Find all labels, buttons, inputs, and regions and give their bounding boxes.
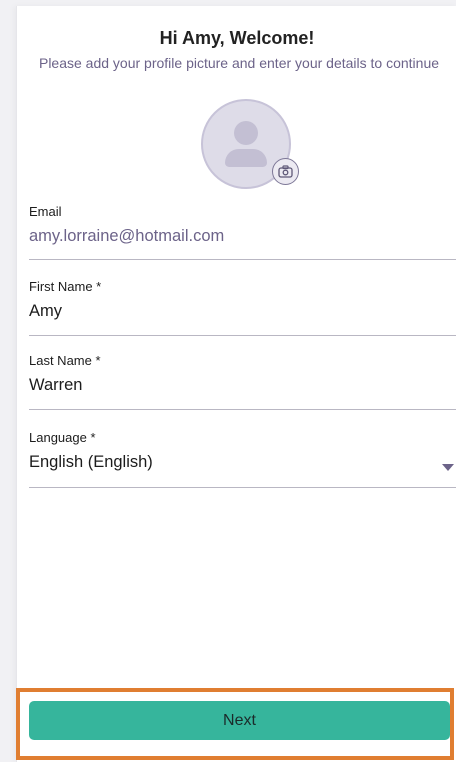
first-name-input[interactable]: Amy (29, 302, 456, 321)
last-name-label: Last Name * (29, 353, 101, 368)
first-name-label: First Name * (29, 279, 102, 294)
user-silhouette-body (225, 149, 267, 167)
language-select[interactable]: Language * English (English) (29, 430, 456, 488)
first-name-field[interactable]: First Name * Amy (29, 279, 456, 336)
last-name-field[interactable]: Last Name * Warren (29, 353, 456, 410)
email-underline (29, 259, 456, 260)
next-button-highlight: Next (16, 688, 454, 760)
profile-setup-screen: Hi Amy, Welcome! Please add your profile… (16, 6, 456, 762)
language-value[interactable]: English (English) (29, 453, 456, 472)
email-field[interactable]: Email amy.lorraine@hotmail.com (29, 204, 456, 261)
first-name-underline (29, 335, 456, 336)
next-button[interactable]: Next (29, 701, 450, 740)
page-subtitle: Please add your profile picture and ente… (38, 55, 440, 71)
camera-icon[interactable] (272, 158, 299, 185)
chevron-down-icon[interactable] (442, 464, 454, 471)
last-name-underline (29, 409, 456, 410)
last-name-input[interactable]: Warren (29, 376, 456, 395)
email-value[interactable]: amy.lorraine@hotmail.com (29, 227, 456, 246)
language-underline (29, 487, 456, 488)
page-title: Hi Amy, Welcome! (159, 28, 315, 48)
language-label: Language * (29, 430, 96, 445)
user-silhouette-icon (234, 121, 258, 145)
camera-glyph (278, 165, 293, 178)
email-label: Email (29, 204, 62, 219)
